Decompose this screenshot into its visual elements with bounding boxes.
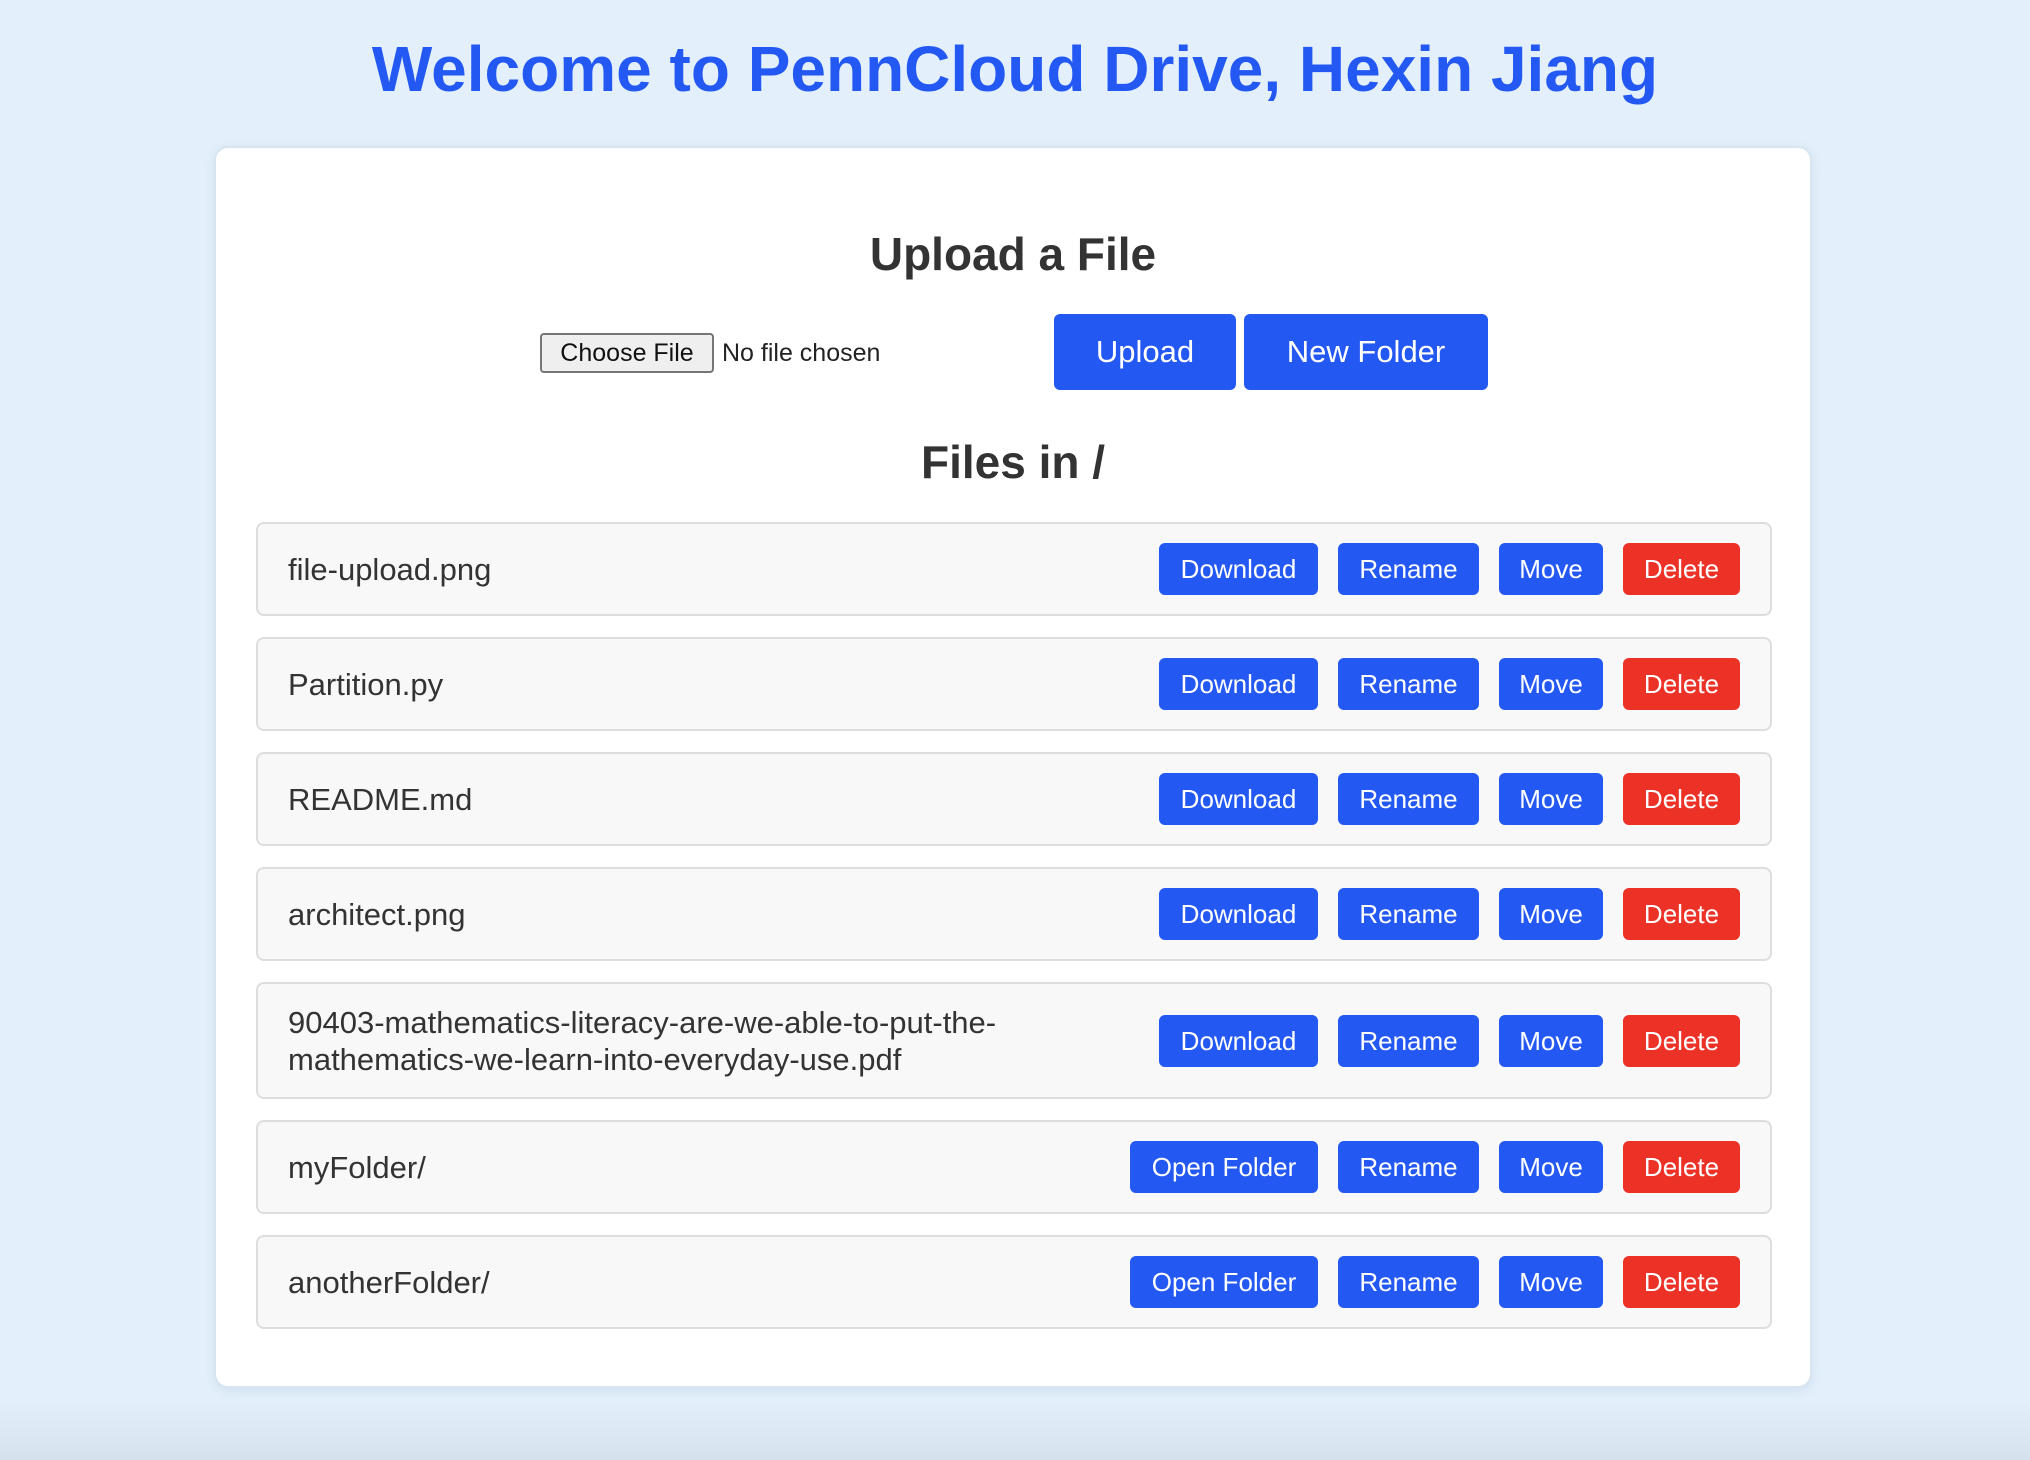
rename-button[interactable]: Rename — [1338, 773, 1479, 825]
upload-heading: Upload a File — [869, 228, 1157, 280]
download-button[interactable]: Download — [1159, 1014, 1318, 1067]
download-button[interactable]: Download — [1159, 773, 1318, 825]
delete-button[interactable]: Delete — [1623, 658, 1740, 710]
delete-button[interactable]: Delete — [1623, 543, 1740, 595]
file-actions: Download Rename Move Delete — [1159, 888, 1740, 940]
download-button[interactable]: Download — [1159, 658, 1318, 710]
page-title: Welcome to PennCloud Drive, Hexin Jiang — [371, 33, 1659, 105]
drive-panel: Upload a File Choose File No file chosen… — [214, 146, 1812, 1388]
open-folder-button[interactable]: Open Folder — [1130, 1256, 1318, 1308]
move-button[interactable]: Move — [1499, 1014, 1603, 1067]
file-name: file-upload.png — [288, 551, 492, 587]
files-heading: Files in / — [920, 436, 1106, 488]
file-actions: Download Rename Move Delete — [1159, 543, 1740, 595]
rename-button[interactable]: Rename — [1338, 543, 1479, 595]
folder-row: myFolder/ Open Folder Rename Move Delete — [256, 1120, 1772, 1214]
file-list: file-upload.png Download Rename Move Del… — [256, 522, 1772, 1350]
move-button[interactable]: Move — [1499, 888, 1603, 940]
download-button[interactable]: Download — [1159, 888, 1318, 940]
folder-name: myFolder/ — [288, 1149, 426, 1185]
new-folder-button[interactable]: New Folder — [1244, 314, 1488, 390]
delete-button[interactable]: Delete — [1623, 1141, 1740, 1193]
rename-button[interactable]: Rename — [1338, 1256, 1479, 1308]
rename-button[interactable]: Rename — [1338, 1014, 1479, 1067]
move-button[interactable]: Move — [1499, 1256, 1603, 1308]
file-status-text: No file chosen — [722, 339, 881, 367]
file-name: README.md — [288, 781, 473, 817]
choose-file-button[interactable]: Choose File — [540, 333, 714, 373]
delete-button[interactable]: Delete — [1623, 1014, 1740, 1067]
open-folder-button[interactable]: Open Folder — [1130, 1141, 1318, 1193]
move-button[interactable]: Move — [1499, 658, 1603, 710]
upload-button[interactable]: Upload — [1054, 314, 1236, 390]
file-actions: Download Rename Move Delete — [1159, 658, 1740, 710]
move-button[interactable]: Move — [1499, 1141, 1603, 1193]
file-row: 90403-mathematics-literacy-are-we-able-t… — [256, 982, 1772, 1099]
folder-row: anotherFolder/ Open Folder Rename Move D… — [256, 1235, 1772, 1329]
rename-button[interactable]: Rename — [1338, 1141, 1479, 1193]
move-button[interactable]: Move — [1499, 543, 1603, 595]
file-name: architect.png — [288, 896, 466, 932]
folder-actions: Open Folder Rename Move Delete — [1130, 1256, 1740, 1308]
delete-button[interactable]: Delete — [1623, 773, 1740, 825]
folder-name: anotherFolder/ — [288, 1264, 490, 1300]
file-name: 90403-mathematics-literacy-are-we-able-t… — [288, 1004, 997, 1077]
file-row: file-upload.png Download Rename Move Del… — [256, 522, 1772, 616]
file-actions: Download Rename Move Delete — [1159, 773, 1740, 825]
folder-actions: Open Folder Rename Move Delete — [1130, 1141, 1740, 1193]
rename-button[interactable]: Rename — [1338, 658, 1479, 710]
bottom-shade — [0, 1400, 2030, 1460]
file-row: README.md Download Rename Move Delete — [256, 752, 1772, 846]
file-name: Partition.py — [288, 666, 444, 702]
delete-button[interactable]: Delete — [1623, 888, 1740, 940]
file-actions: Download Rename Move Delete — [1159, 1014, 1740, 1067]
move-button[interactable]: Move — [1499, 773, 1603, 825]
rename-button[interactable]: Rename — [1338, 888, 1479, 940]
delete-button[interactable]: Delete — [1623, 1256, 1740, 1308]
download-button[interactable]: Download — [1159, 543, 1318, 595]
file-row: architect.png Download Rename Move Delet… — [256, 867, 1772, 961]
file-row: Partition.py Download Rename Move Delete — [256, 637, 1772, 731]
